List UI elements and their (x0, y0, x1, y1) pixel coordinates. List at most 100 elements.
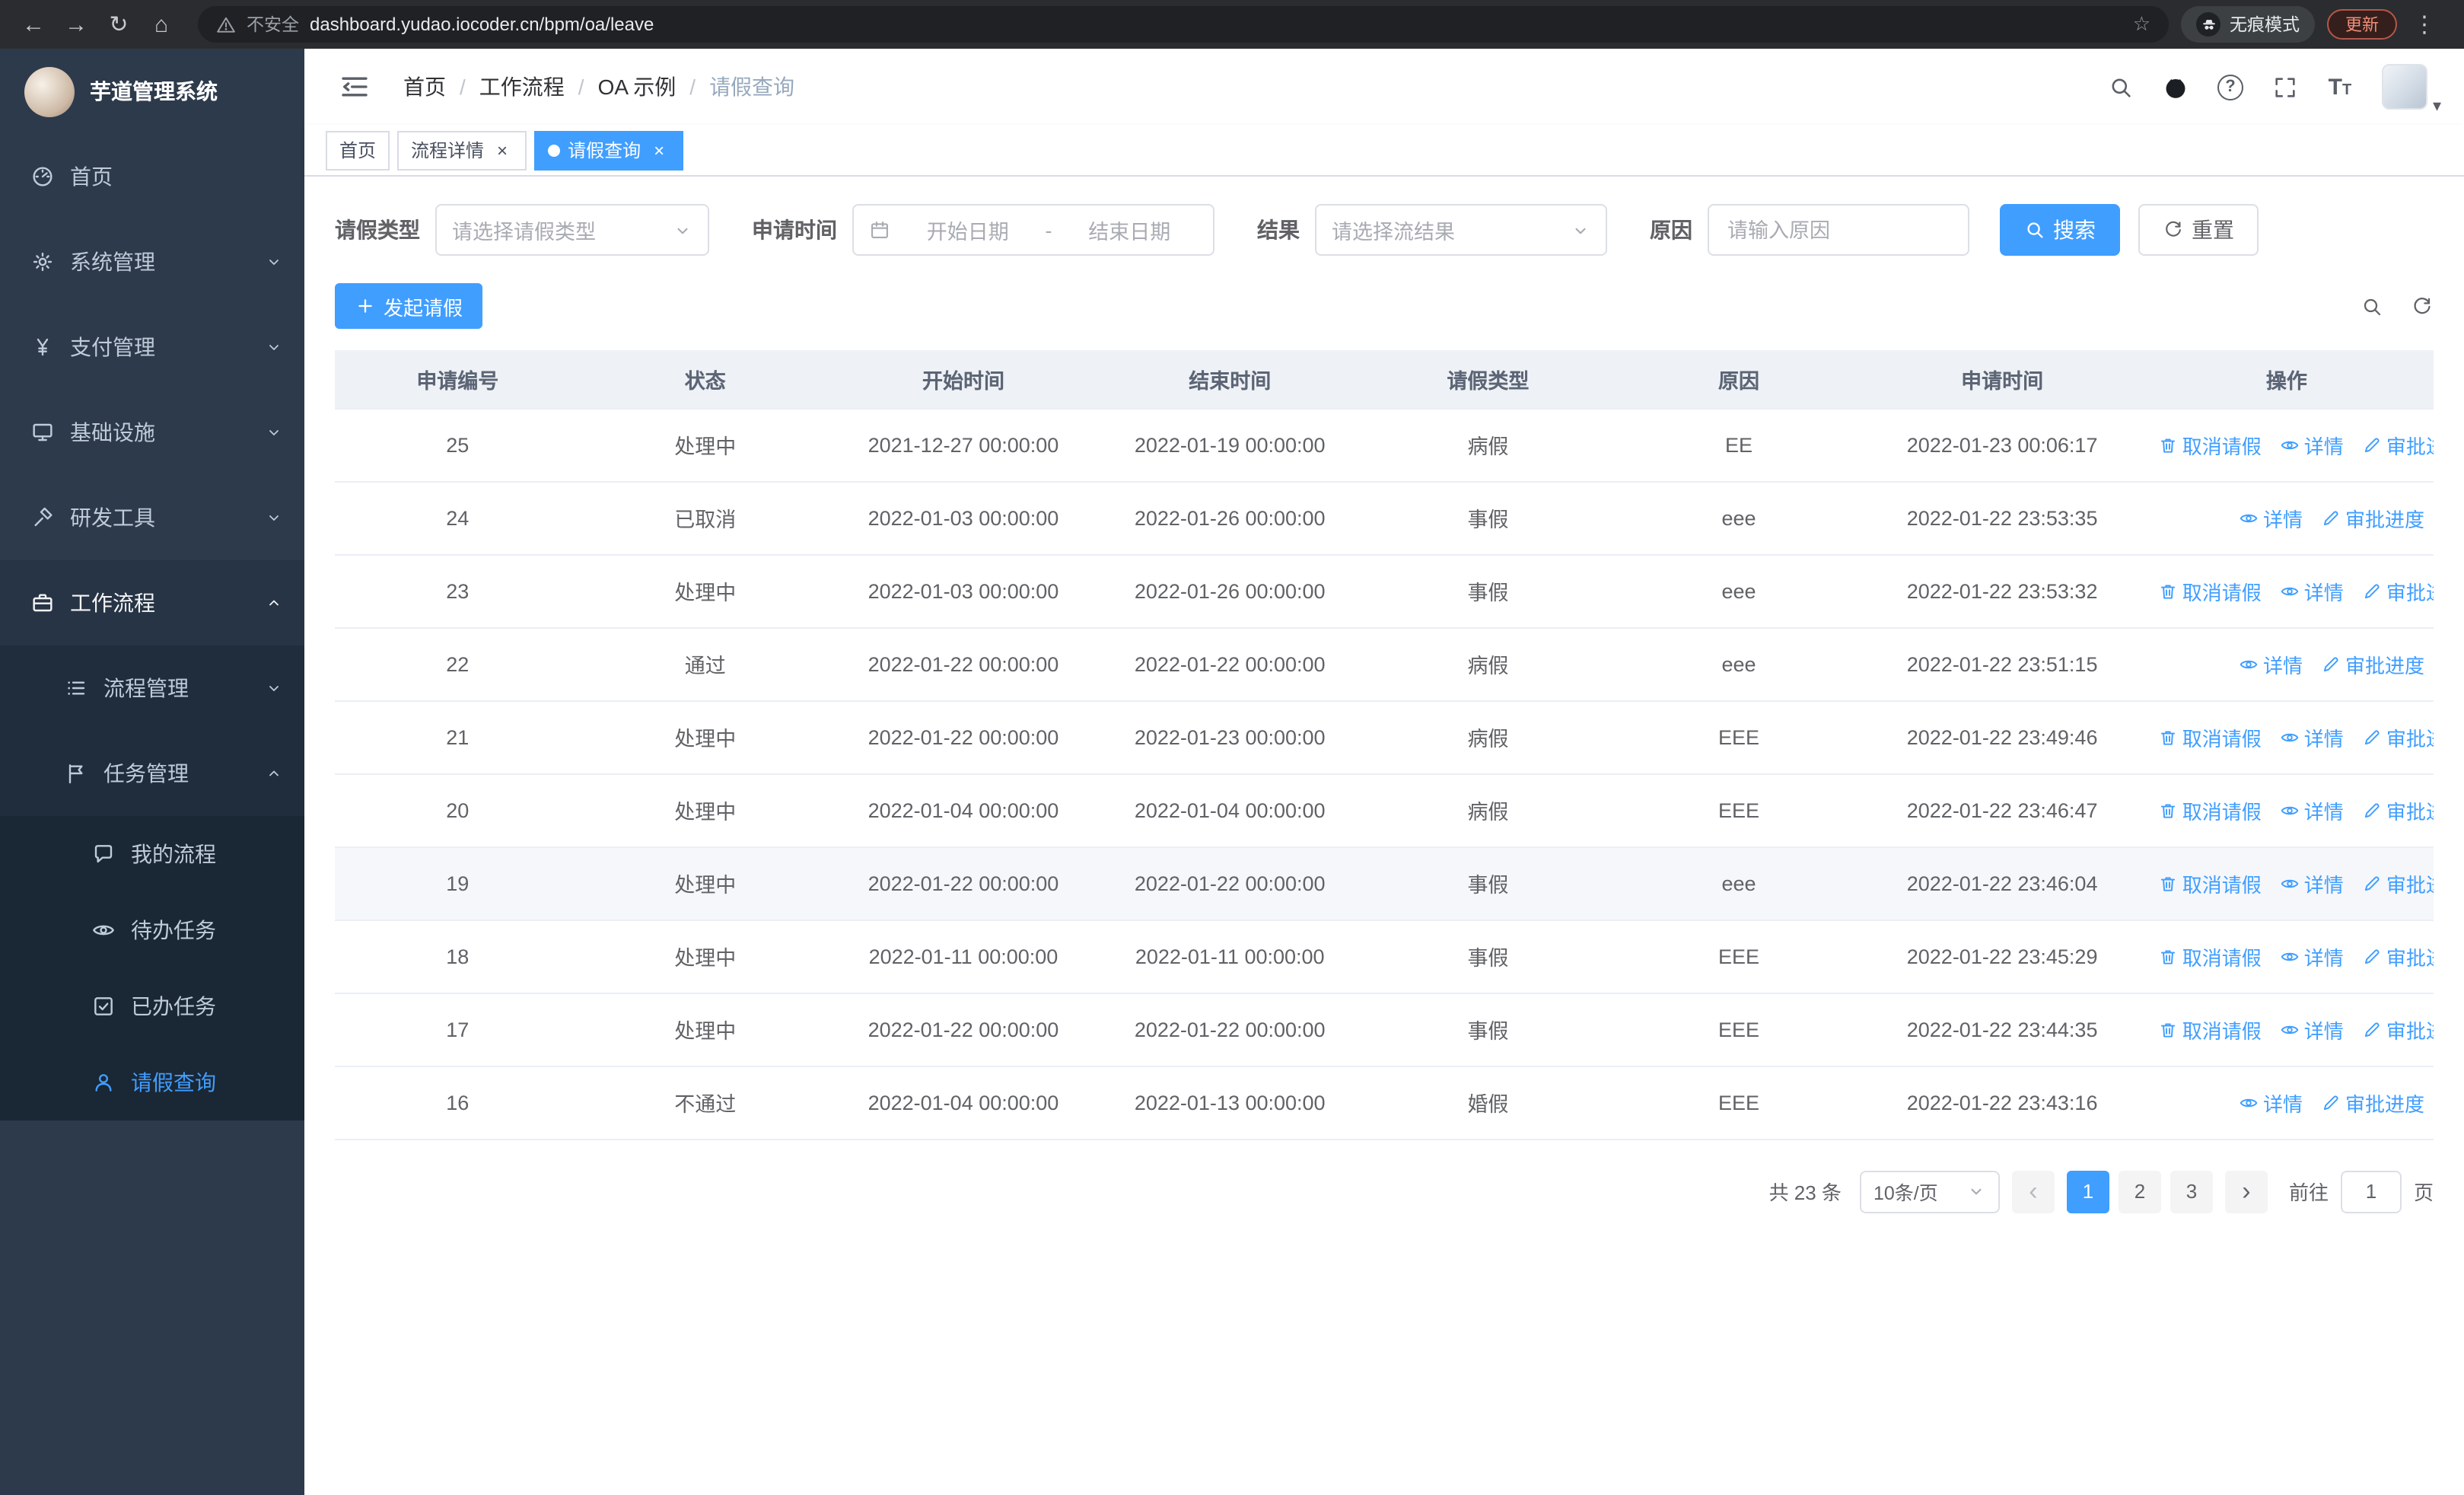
sidebar-item-todo-task[interactable]: 待办任务 (0, 892, 304, 968)
sidebar-item-label: 工作流程 (70, 591, 155, 615)
sidebar-item-label: 基础设施 (70, 420, 155, 445)
cancel-leave-link[interactable]: 取消请假 (2158, 869, 2262, 897)
close-icon[interactable]: × (648, 139, 670, 161)
home-icon[interactable] (143, 6, 180, 43)
app-logo[interactable]: 芋道管理系统 (0, 49, 304, 134)
approval-progress-link[interactable]: 审批进度 (2362, 430, 2434, 459)
sidebar-item-task-mgmt[interactable]: 任务管理 (0, 731, 304, 816)
trash-icon (2158, 727, 2178, 747)
approval-progress-link[interactable]: 审批进度 (2362, 869, 2434, 897)
approval-progress-link[interactable]: 审批进度 (2362, 722, 2434, 751)
back-icon[interactable] (15, 6, 52, 43)
address-bar[interactable]: 不安全 dashboard.yudao.iocoder.cn/bpm/oa/le… (198, 6, 2169, 43)
goto-page-input[interactable] (2340, 1170, 2402, 1213)
table-refresh-icon[interactable] (2411, 295, 2434, 317)
page-button-1[interactable]: 1 (2066, 1170, 2109, 1213)
approval-progress-link[interactable]: 审批进度 (2362, 795, 2434, 824)
table-cell: 24 (335, 481, 581, 555)
reason-input[interactable] (1708, 204, 1969, 256)
cancel-leave-link[interactable]: 取消请假 (2158, 942, 2262, 971)
cancel-leave-link[interactable]: 取消请假 (2158, 576, 2262, 605)
date-separator: - (1045, 218, 1052, 241)
detail-link-label: 详情 (2303, 581, 2344, 604)
sidebar-item-home[interactable]: 首页 (0, 134, 304, 219)
cancel-leave-link[interactable]: 取消请假 (2158, 430, 2262, 459)
close-icon[interactable]: × (492, 139, 513, 161)
sidebar-item-workflow[interactable]: 工作流程 (0, 560, 304, 645)
approval-progress-link[interactable]: 审批进度 (2362, 1015, 2434, 1044)
detail-link[interactable]: 详情 (2280, 869, 2344, 897)
cancel-leave-link[interactable]: 取消请假 (2158, 722, 2262, 751)
update-button[interactable]: 更新 (2327, 9, 2397, 40)
breadcrumb-separator: / (578, 75, 584, 99)
table-cell: 处理中 (580, 993, 830, 1066)
sidebar-item-payment[interactable]: 支付管理 (0, 304, 304, 390)
detail-link[interactable]: 详情 (2280, 1015, 2344, 1044)
detail-link[interactable]: 详情 (2280, 795, 2344, 824)
breadcrumb-item[interactable]: 工作流程 (479, 72, 565, 102)
eye-icon (2280, 946, 2300, 966)
reset-button[interactable]: 重置 (2138, 204, 2259, 256)
approval-progress-link[interactable]: 审批进度 (2362, 576, 2434, 605)
detail-link[interactable]: 详情 (2280, 430, 2344, 459)
avatar-caret-icon[interactable] (2433, 96, 2441, 125)
eye-icon (2239, 1092, 2259, 1112)
approval-progress-link[interactable]: 审批进度 (2321, 649, 2424, 678)
sidebar-item-process-mgmt[interactable]: 流程管理 (0, 645, 304, 731)
page-size-select[interactable]: 10条/页 (1859, 1170, 2000, 1213)
tab-item[interactable]: 请假查询 × (534, 130, 684, 170)
table-cell: 2022-01-22 23:44:35 (1864, 993, 2140, 1066)
detail-link[interactable]: 详情 (2239, 503, 2303, 532)
search-button[interactable]: 搜索 (2000, 204, 2120, 256)
forward-icon[interactable] (58, 6, 94, 43)
sidebar-item-my-process[interactable]: 我的流程 (0, 816, 304, 892)
page-button-3[interactable]: 3 (2170, 1170, 2213, 1213)
breadcrumb-item[interactable]: OA 示例 (598, 72, 676, 102)
sidebar-item-infrastructure[interactable]: 基础设施 (0, 390, 304, 475)
check-icon (91, 994, 116, 1018)
eye-icon (2280, 435, 2300, 454)
github-icon[interactable] (2148, 49, 2203, 125)
reload-icon[interactable] (100, 6, 137, 43)
search-icon[interactable] (2093, 49, 2148, 125)
browser-menu-icon[interactable] (2406, 6, 2443, 43)
create-leave-button[interactable]: 发起请假 (335, 283, 483, 329)
bookmark-star-icon[interactable] (2133, 12, 2150, 37)
next-page-button[interactable] (2224, 1170, 2268, 1213)
table-cell: 2022-01-04 00:00:00 (829, 773, 1097, 847)
sidebar-item-leave-query[interactable]: 请假查询 (0, 1044, 304, 1120)
prev-page-button[interactable] (2011, 1170, 2055, 1213)
breadcrumb-item[interactable]: 首页 (403, 72, 446, 102)
chevron-down-icon (265, 253, 283, 271)
result-select[interactable]: 请选择流结果 (1315, 204, 1607, 256)
sidebar-item-done-task[interactable]: 已办任务 (0, 968, 304, 1044)
leave-type-select[interactable]: 请选择请假类型 (435, 204, 709, 256)
detail-link[interactable]: 详情 (2280, 722, 2344, 751)
monitor-icon (30, 420, 55, 445)
detail-link[interactable]: 详情 (2239, 649, 2303, 678)
approval-progress-link[interactable]: 审批进度 (2321, 503, 2424, 532)
tab-item[interactable]: 流程详情 × (397, 130, 527, 170)
detail-link[interactable]: 详情 (2280, 576, 2344, 605)
sidebar-item-devtools[interactable]: 研发工具 (0, 475, 304, 560)
sidebar-item-system[interactable]: 系统管理 (0, 219, 304, 304)
cancel-leave-link[interactable]: 取消请假 (2158, 795, 2262, 824)
detail-link-label: 详情 (2262, 508, 2303, 531)
sidebar-item-label: 已办任务 (131, 994, 216, 1018)
help-icon[interactable] (2203, 49, 2258, 125)
table-cell: 病假 (1363, 627, 1613, 701)
tab-item[interactable]: 首页 (326, 130, 390, 170)
filter-form: 请假类型 请选择请假类型 申请时间 开始日期 - 结束日期 结果 请选择流结果 … (335, 204, 2434, 256)
detail-link[interactable]: 详情 (2239, 1088, 2303, 1117)
cancel-leave-link[interactable]: 取消请假 (2158, 1015, 2262, 1044)
user-avatar[interactable] (2382, 64, 2428, 110)
approval-progress-link[interactable]: 审批进度 (2321, 1088, 2424, 1117)
approval-progress-link[interactable]: 审批进度 (2362, 942, 2434, 971)
font-size-icon[interactable] (2313, 49, 2367, 125)
table-search-icon[interactable] (2361, 295, 2383, 317)
apply-time-range[interactable]: 开始日期 - 结束日期 (852, 204, 1214, 256)
sidebar-toggle-icon[interactable] (327, 49, 382, 125)
fullscreen-icon[interactable] (2258, 49, 2313, 125)
page-button-2[interactable]: 2 (2118, 1170, 2161, 1213)
detail-link[interactable]: 详情 (2280, 942, 2344, 971)
